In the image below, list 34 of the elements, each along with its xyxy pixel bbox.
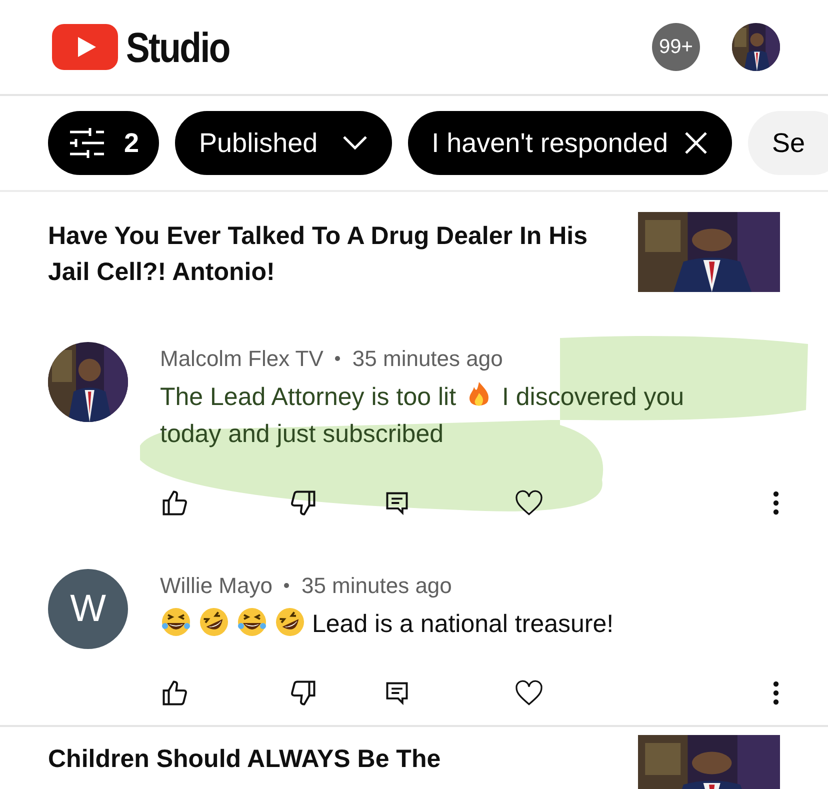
thumbs-up-icon[interactable] <box>160 678 190 708</box>
laughing-emoji-icon <box>236 606 268 638</box>
author-name: Malcolm Flex TV <box>160 345 324 373</box>
reply-icon[interactable] <box>384 490 410 516</box>
comment-text: I discovered you <box>502 383 684 411</box>
rolling-laughing-emoji-icon <box>274 606 306 638</box>
play-logo-icon <box>52 24 118 70</box>
author-name: Willie Mayo <box>160 572 272 600</box>
heart-icon[interactable] <box>514 678 544 708</box>
published-dropdown[interactable]: Published <box>175 111 392 175</box>
thumbs-down-icon[interactable] <box>288 488 318 518</box>
heart-icon[interactable] <box>514 488 544 518</box>
filter-button[interactable]: 2 <box>48 111 160 175</box>
reply-icon[interactable] <box>384 680 410 706</box>
filter-chip[interactable]: Se <box>748 111 828 175</box>
thumbs-down-icon[interactable] <box>288 678 318 708</box>
more-options-icon[interactable] <box>772 680 780 706</box>
comment-time: 35 minutes ago <box>301 572 452 600</box>
comment-text: The Lead Attorney is too lit <box>160 383 456 411</box>
comment-time: 35 minutes ago <box>352 345 503 373</box>
notifications-badge[interactable]: 99+ <box>652 23 700 71</box>
thumbs-up-icon[interactable] <box>160 488 190 518</box>
laughing-emoji-icon <box>160 606 192 638</box>
logo-text: Studio <box>126 22 230 72</box>
comment-text: today and just subscribed <box>160 420 444 448</box>
video-title[interactable]: Have You Ever Talked To A Drug Dealer In His Jail Cell?! Antonio! <box>48 212 602 290</box>
rolling-laughing-emoji-icon <box>198 606 230 638</box>
comment-text: Lead is a national treasure! <box>312 610 614 638</box>
chevron-down-icon <box>342 135 368 151</box>
close-icon <box>684 131 708 155</box>
avatar-initial: W <box>48 569 128 649</box>
more-options-icon[interactable] <box>772 490 780 516</box>
filter-chip[interactable]: I haven't responded <box>408 111 732 175</box>
video-title[interactable]: Children Should ALWAYS Be The <box>48 735 602 777</box>
